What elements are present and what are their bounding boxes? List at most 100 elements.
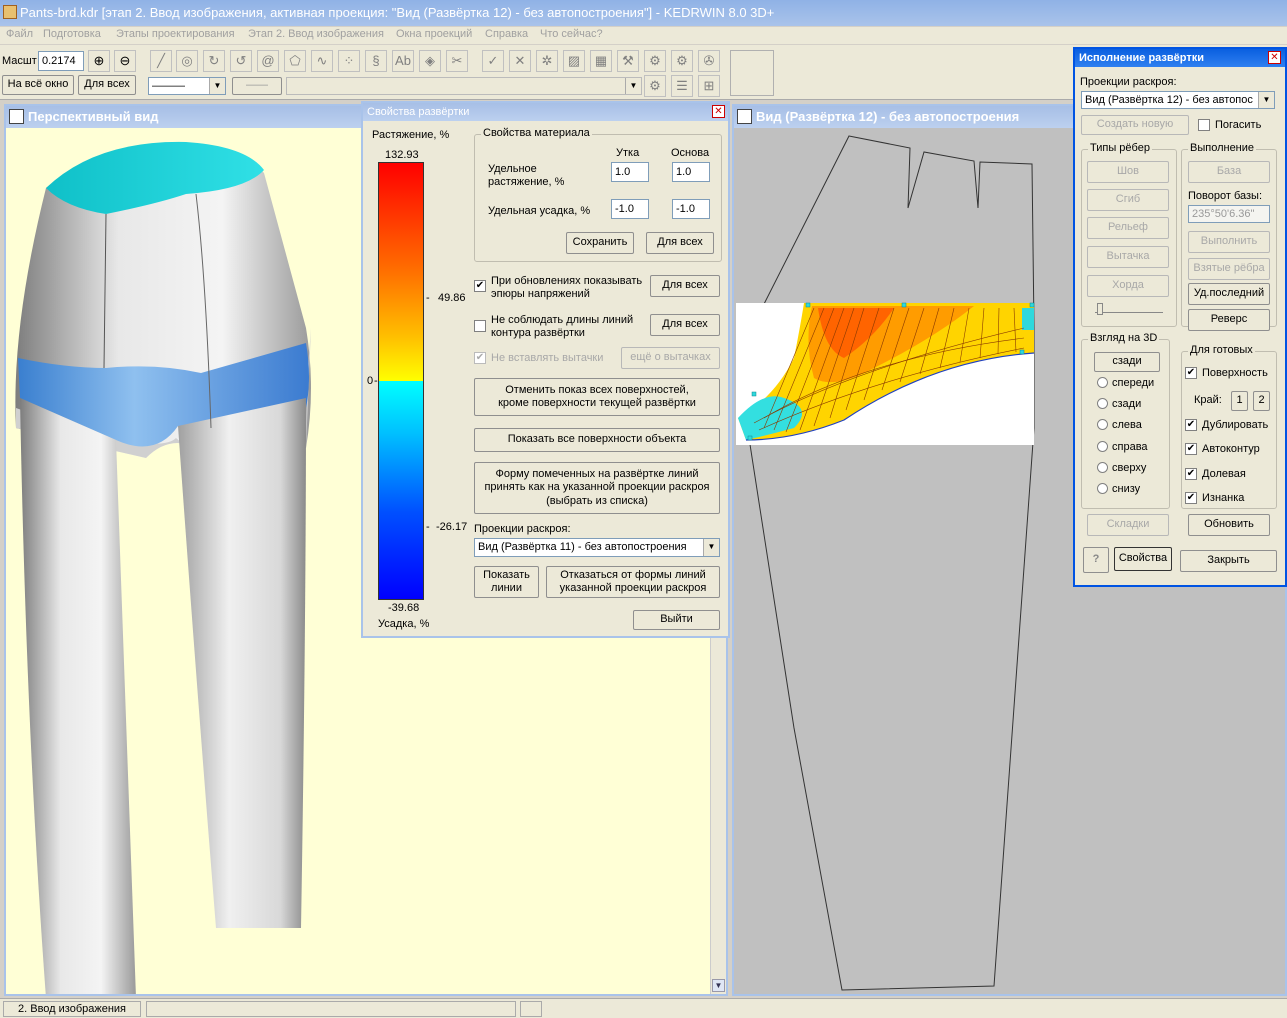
menu-stage2[interactable]: Этап 2. Ввод изображения [248,28,384,40]
ignore-length-checkbox[interactable] [474,320,486,332]
list-tool-icon[interactable]: ☰ [671,75,693,97]
knot-tool-icon[interactable]: § [365,50,387,72]
no-darts-checkbox[interactable]: ✔ [474,352,486,364]
arc2-tool-icon[interactable]: ↺ [230,50,252,72]
circle-tool-icon[interactable]: ◎ [176,50,198,72]
nodes-tool-icon[interactable]: ⁘ [338,50,360,72]
update-button[interactable]: Обновить [1188,514,1270,536]
execution-group-title: Выполнение [1188,142,1257,154]
create-new-button[interactable]: Создать новую [1081,115,1189,135]
text-tool-icon[interactable]: Ab [392,50,414,72]
cog-small-icon[interactable]: ⚙ [644,75,666,97]
view-front-radio[interactable] [1097,377,1108,388]
line-width-button[interactable]: —— [232,77,282,95]
curve-tool-icon[interactable]: ∿ [311,50,333,72]
hatch-tool-icon[interactable]: ▨ [563,50,585,72]
frame-tool-icon[interactable]: ⊞ [698,75,720,97]
rib-slider[interactable] [1095,303,1163,315]
scissors-tool-icon[interactable]: ✂ [446,50,468,72]
cross-tool-icon[interactable]: ✕ [509,50,531,72]
delete-last-button[interactable]: Уд.последний [1188,283,1270,305]
polygon-tool-icon[interactable]: ⬠ [284,50,306,72]
show-stress-label: При обновлениях показывать эпюры напряже… [491,275,643,300]
view-back-button[interactable]: сзади [1094,352,1160,372]
grid-tool-icon[interactable]: ▦ [590,50,612,72]
shrink-weft-input[interactable]: -1.0 [611,199,649,219]
properties-button[interactable]: Свойства [1114,547,1172,571]
view-back-radio[interactable] [1097,398,1108,409]
accept-shape-button[interactable]: Форму помеченных на развёртке линий прин… [474,462,720,514]
line-tool-icon[interactable]: ╱ [150,50,172,72]
properties-close-icon[interactable]: ✕ [712,105,725,118]
projection-select[interactable]: Вид (Развёртка 11) - без автопостроения ▼ [474,538,720,557]
hammer-tool-icon[interactable]: ⚒ [617,50,639,72]
line-style-select[interactable]: ——— ▼ [148,77,226,95]
view-right-radio[interactable] [1097,441,1108,452]
rib-seam-button[interactable]: Шов [1087,161,1169,183]
show-all-surfaces-button[interactable]: Показать все поверхности объекта [474,428,720,452]
fit-window-button[interactable]: На всё окно [2,75,74,95]
exit-button[interactable]: Выйти [633,610,720,630]
rib-relief-button[interactable]: Рельеф [1087,217,1169,239]
stretch-weft-input[interactable]: 1.0 [611,162,649,182]
hide-checkbox[interactable] [1198,119,1210,131]
folds-button[interactable]: Складки [1087,514,1169,536]
for-all-button[interactable]: Для всех [78,75,136,95]
cancel-surfaces-button[interactable]: Отменить показ всех поверхностей, кроме … [474,378,720,416]
autocontour-checkbox[interactable]: ✔ [1185,443,1197,455]
arc-tool-icon[interactable]: ↻ [203,50,225,72]
menu-help[interactable]: Справка [485,28,528,40]
exec-projection-select[interactable]: Вид (Развёртка 12) - без автопос ▼ [1081,91,1275,109]
base-button[interactable]: База [1188,161,1270,183]
base-rotation-input[interactable]: 235°50'6.36" [1188,205,1270,223]
view-left-radio[interactable] [1097,419,1108,430]
menu-stages[interactable]: Этапы проектирования [116,28,235,40]
menu-whats-now[interactable]: Что сейчас? [540,28,603,40]
grain-checkbox[interactable]: ✔ [1185,468,1197,480]
view-top-radio[interactable] [1097,462,1108,473]
status-bar: 2. Ввод изображения [0,998,1287,1018]
gear-tool-icon[interactable]: ✲ [536,50,558,72]
shrink-warp-input[interactable]: -1.0 [672,199,710,219]
rib-chord-button[interactable]: Хорда [1087,275,1169,297]
specific-stretch-label: Удельное растяжение, % [488,163,565,188]
zoom-out-icon[interactable]: ⊖ [114,50,136,72]
menu-prepare[interactable]: Подготовка [43,28,101,40]
duplicate-checkbox[interactable]: ✔ [1185,419,1197,431]
help-button[interactable]: ? [1083,547,1109,573]
toolbar-select[interactable]: ▼ [286,77,642,95]
edge-2-button[interactable]: 2 [1253,391,1270,411]
rib-fold-button[interactable]: Сгиб [1087,189,1169,211]
show-stress-checkbox[interactable]: ✔ [474,280,486,292]
edge-1-button[interactable]: 1 [1231,391,1248,411]
settings-tool-icon[interactable]: ⚙ [644,50,666,72]
menu-windows[interactable]: Окна проекций [396,28,472,40]
pattern-drawing[interactable] [734,128,1074,994]
spiral-tool-icon[interactable]: @ [257,50,279,72]
target-tool-icon[interactable]: ◈ [419,50,441,72]
stress-for-all-button[interactable]: Для всех [650,275,720,297]
tools-tool-icon[interactable]: ✇ [698,50,720,72]
menu-file[interactable]: Файл [6,28,33,40]
reverse-button[interactable]: Реверс [1188,309,1270,331]
stretch-warp-input[interactable]: 1.0 [672,162,710,182]
zoom-in-icon[interactable]: ⊕ [88,50,110,72]
reverse-side-checkbox[interactable]: ✔ [1185,492,1197,504]
more-darts-button[interactable]: ещё о вытачках [621,347,720,369]
surface-checkbox[interactable]: ✔ [1185,367,1197,379]
show-lines-button[interactable]: Показать линии [474,566,539,598]
material-for-all-button[interactable]: Для всех [646,232,714,254]
execution-close-icon[interactable]: ✕ [1268,51,1281,64]
view-bottom-radio[interactable] [1097,483,1108,494]
rib-dart-button[interactable]: Вытачка [1087,246,1169,268]
reject-shape-button[interactable]: Отказаться от формы линий указанной прое… [546,566,720,598]
scale-input[interactable]: 0.2174 [38,51,84,71]
close-button[interactable]: Закрыть [1180,550,1277,572]
taken-ribs-button[interactable]: Взятые рёбра [1188,258,1270,280]
save-button[interactable]: Сохранить [566,232,634,254]
wrench-tool-icon[interactable]: ⚙ [671,50,693,72]
run-button[interactable]: Выполнить [1188,231,1270,253]
length-for-all-button[interactable]: Для всех [650,314,720,336]
check-tool-icon[interactable]: ✓ [482,50,504,72]
properties-title: Свойства развёртки [367,106,470,118]
